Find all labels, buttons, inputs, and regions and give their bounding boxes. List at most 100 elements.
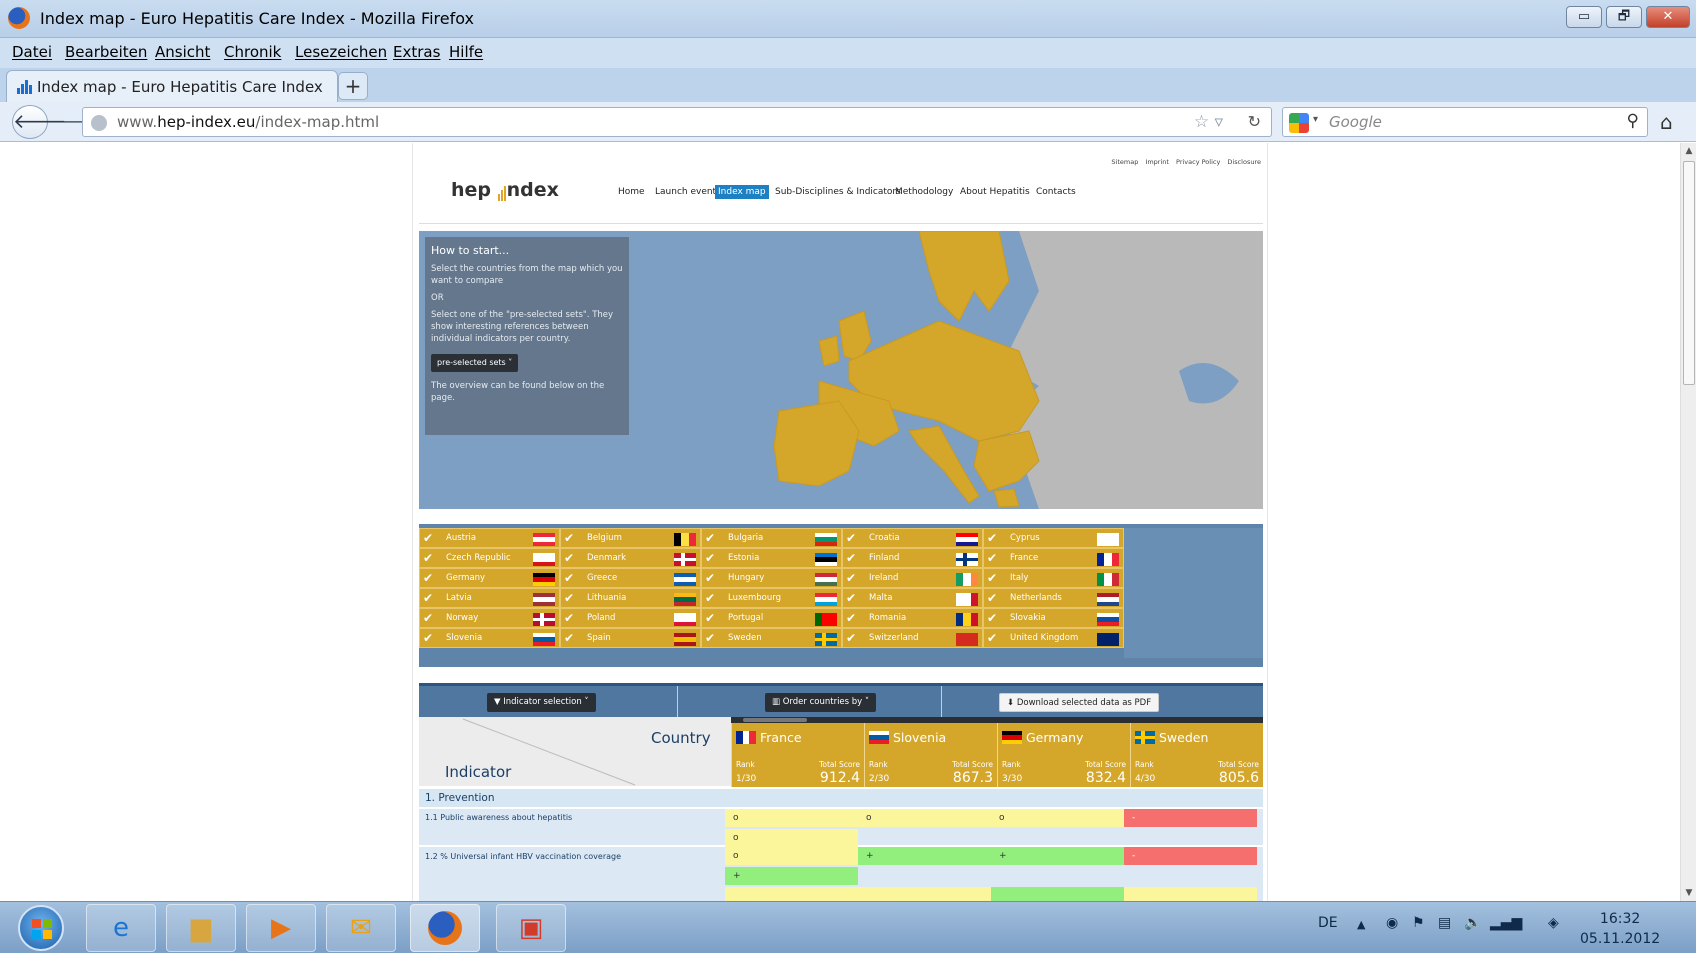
volume-icon[interactable]: 🔈 bbox=[1464, 915, 1481, 931]
checkmark-icon[interactable]: ✔ bbox=[564, 630, 574, 646]
language-indicator[interactable]: DE bbox=[1318, 915, 1338, 931]
checkmark-icon[interactable]: ✔ bbox=[564, 570, 574, 586]
checkmark-icon[interactable]: ✔ bbox=[564, 590, 574, 606]
checkmark-icon[interactable]: ✔ bbox=[705, 630, 715, 646]
country-checkbox-item[interactable]: ✔ Romania bbox=[842, 608, 983, 628]
country-checkbox-item[interactable]: ✔ Netherlands bbox=[983, 588, 1124, 608]
checkmark-icon[interactable]: ✔ bbox=[987, 590, 997, 606]
country-checkbox-item[interactable]: ✔ France bbox=[983, 548, 1124, 568]
country-checkbox-item[interactable]: ✔ Portugal bbox=[701, 608, 842, 628]
country-checkbox-item[interactable]: ✔ Switzerland bbox=[842, 628, 983, 648]
checkmark-icon[interactable]: ✔ bbox=[423, 590, 433, 606]
checkmark-icon[interactable]: ✔ bbox=[705, 610, 715, 626]
nav-index-map[interactable]: Index map bbox=[715, 185, 769, 199]
indicator-row[interactable]: 1.1 Public awareness about hepatitis o o o -… bbox=[419, 809, 1263, 847]
country-checkbox-item[interactable]: ✔ Italy bbox=[983, 568, 1124, 588]
menu-hilfe[interactable]: Hilfe bbox=[449, 43, 483, 61]
ie-icon[interactable]: e bbox=[86, 904, 156, 952]
outlook-icon[interactable]: ✉ bbox=[326, 904, 396, 952]
nav-contacts[interactable]: Contacts bbox=[1033, 185, 1079, 199]
checkmark-icon[interactable]: ✔ bbox=[423, 570, 433, 586]
checkmark-icon[interactable]: ✔ bbox=[846, 570, 856, 586]
search-input[interactable]: Google bbox=[1329, 113, 1382, 131]
nav-sub-disciplines[interactable]: Sub-Disciplines & Indicators bbox=[772, 185, 904, 199]
link-sitemap[interactable]: Sitemap bbox=[1111, 158, 1138, 166]
media-player-icon[interactable]: ▶ bbox=[246, 904, 316, 952]
country-column-header[interactable]: France Rank Total Score 1/30 912.4 bbox=[731, 723, 864, 787]
country-checkbox-item[interactable]: ✔ Spain bbox=[560, 628, 701, 648]
checkmark-icon[interactable]: ✔ bbox=[705, 570, 715, 586]
nav-home[interactable]: Home bbox=[615, 185, 648, 199]
scroll-up-icon[interactable]: ▲ bbox=[1681, 143, 1696, 159]
country-checkbox-item[interactable]: ✔ Greece bbox=[560, 568, 701, 588]
menu-extras[interactable]: Extras bbox=[393, 43, 440, 61]
country-column-header[interactable]: Slovenia Rank Total Score 2/30 867.3 bbox=[864, 723, 997, 787]
nav-about-hepatitis[interactable]: About Hepatitis bbox=[957, 185, 1033, 199]
checkmark-icon[interactable]: ✔ bbox=[846, 590, 856, 606]
pre-selected-sets-button[interactable]: pre-selected sets ˅ bbox=[431, 354, 519, 372]
country-column-header[interactable]: Germany Rank Total Score 3/30 832.4 bbox=[997, 723, 1130, 787]
tab-index-map[interactable]: Index map - Euro Hepatitis Care Index bbox=[6, 70, 338, 102]
country-checkbox-item[interactable]: ✔ Lithuania bbox=[560, 588, 701, 608]
checkmark-icon[interactable]: ✔ bbox=[705, 530, 715, 546]
menu-bearbeiten[interactable]: Bearbeiten bbox=[65, 43, 147, 61]
link-imprint[interactable]: Imprint bbox=[1145, 158, 1169, 166]
download-pdf-button[interactable]: ⬇ Download selected data as PDF bbox=[999, 693, 1160, 712]
menu-ansicht[interactable]: Ansicht bbox=[155, 43, 210, 61]
chevron-down-icon[interactable]: ▾ bbox=[1313, 114, 1318, 125]
checkmark-icon[interactable]: ✔ bbox=[564, 530, 574, 546]
country-checkbox-item[interactable]: ✔ Luxembourg bbox=[701, 588, 842, 608]
country-checkbox-item[interactable]: ✔ Hungary bbox=[701, 568, 842, 588]
horizontal-scroll-thumb[interactable] bbox=[743, 718, 807, 722]
country-checkbox-item[interactable]: ✔ Germany bbox=[419, 568, 560, 588]
tray-expand-icon[interactable]: ▲ bbox=[1357, 918, 1365, 931]
search-icon[interactable]: ⚲ bbox=[1627, 111, 1639, 131]
checkmark-icon[interactable]: ✔ bbox=[423, 630, 433, 646]
link-disclosure[interactable]: Disclosure bbox=[1227, 158, 1261, 166]
order-countries-button[interactable]: ▥ Order countries by ˅ bbox=[765, 693, 877, 712]
country-checkbox-item[interactable]: ✔ Bulgaria bbox=[701, 528, 842, 548]
checkmark-icon[interactable]: ✔ bbox=[564, 550, 574, 566]
country-checkbox-item[interactable]: ✔ Estonia bbox=[701, 548, 842, 568]
vertical-scrollbar[interactable]: ▲ ▼ bbox=[1680, 143, 1696, 901]
country-checkbox-item[interactable]: ✔ Norway bbox=[419, 608, 560, 628]
menu-datei[interactable]: Datei bbox=[12, 43, 52, 61]
checkmark-icon[interactable]: ✔ bbox=[987, 530, 997, 546]
reload-icon[interactable]: ↻ bbox=[1248, 112, 1261, 131]
checkmark-icon[interactable]: ✔ bbox=[987, 630, 997, 646]
flag-icon[interactable]: ⚑ bbox=[1412, 915, 1425, 931]
new-tab-button[interactable]: + bbox=[338, 72, 368, 100]
checkmark-icon[interactable]: ✔ bbox=[987, 610, 997, 626]
home-icon[interactable]: ⌂ bbox=[1660, 110, 1673, 134]
forward-button[interactable]: 🡒 bbox=[50, 111, 93, 133]
menu-lesezeichen[interactable]: Lesezeichen bbox=[295, 43, 387, 61]
checkmark-icon[interactable]: ✔ bbox=[987, 570, 997, 586]
clock[interactable]: 16:32 05.11.2012 bbox=[1580, 909, 1660, 949]
site-logo[interactable]: hep ndex bbox=[451, 179, 559, 201]
device-icon[interactable]: ▤ bbox=[1438, 915, 1451, 931]
nav-launch-event[interactable]: Launch event bbox=[652, 185, 719, 199]
nav-methodology[interactable]: Methodology bbox=[892, 185, 956, 199]
firefox-taskbar-icon[interactable] bbox=[410, 904, 480, 952]
europe-map[interactable]: How to start... Select the countries fro… bbox=[419, 231, 1263, 509]
checkmark-icon[interactable]: ✔ bbox=[423, 610, 433, 626]
wifi-icon[interactable]: ◈ bbox=[1548, 915, 1559, 931]
scroll-down-icon[interactable]: ▼ bbox=[1681, 885, 1696, 901]
menu-chronik[interactable]: Chronik bbox=[224, 43, 281, 61]
country-checkbox-item[interactable]: ✔ Slovenia bbox=[419, 628, 560, 648]
link-privacy[interactable]: Privacy Policy bbox=[1176, 158, 1220, 166]
checkmark-icon[interactable]: ✔ bbox=[846, 530, 856, 546]
checkmark-icon[interactable]: ✔ bbox=[564, 610, 574, 626]
back-button[interactable]: 🡐 bbox=[12, 105, 67, 139]
country-checkbox-item[interactable]: ✔ Latvia bbox=[419, 588, 560, 608]
country-checkbox-item[interactable]: ✔ Finland bbox=[842, 548, 983, 568]
country-column-header[interactable]: Sweden Rank Total Score 4/30 805.6 bbox=[1130, 723, 1263, 787]
checkmark-icon[interactable]: ✔ bbox=[423, 530, 433, 546]
country-checkbox-item[interactable]: ✔ Croatia bbox=[842, 528, 983, 548]
checkmark-icon[interactable]: ✔ bbox=[846, 610, 856, 626]
network-status-icon[interactable]: ◉ bbox=[1386, 915, 1398, 931]
scroll-thumb[interactable] bbox=[1683, 161, 1695, 385]
search-bar[interactable]: ▾ Google ⚲ bbox=[1282, 107, 1648, 137]
country-checkbox-item[interactable]: ✔ Cyprus bbox=[983, 528, 1124, 548]
bookmark-star-icon[interactable]: ☆ ▿ bbox=[1194, 112, 1223, 132]
